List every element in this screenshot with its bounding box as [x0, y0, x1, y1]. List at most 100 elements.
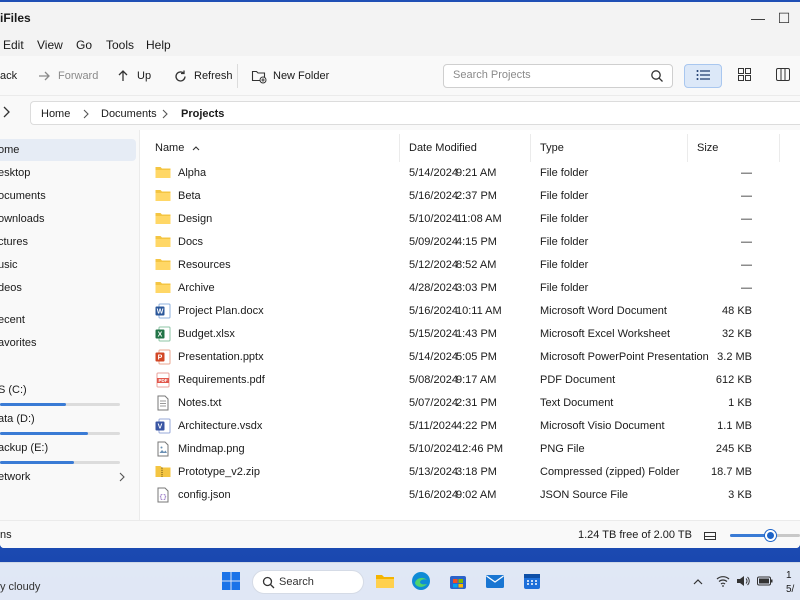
zoom-slider-handle[interactable]	[765, 530, 776, 541]
column-header-size[interactable]: Size	[689, 134, 780, 162]
file-explorer-window: iFiles — ☐ Edit View Go Tools Help ack F…	[0, 2, 800, 548]
file-type: Microsoft Word Document	[540, 305, 667, 317]
taskbar-clock[interactable]: 1 5/	[786, 569, 794, 597]
svg-text:PDF: PDF	[159, 378, 168, 383]
details-view-button[interactable]	[684, 64, 722, 88]
breadcrumb-documents[interactable]: Documents	[101, 108, 157, 120]
taskbar-calendar[interactable]	[521, 571, 543, 593]
file-row[interactable]: Mindmap.png 5/10/2024 12:46 PM PNG File 245 …	[141, 438, 800, 461]
search-icon	[262, 576, 275, 589]
clock-time: 1	[786, 570, 792, 581]
breadcrumb-projects[interactable]: Projects	[181, 108, 224, 120]
taskbar-store[interactable]	[447, 571, 469, 593]
menu-help[interactable]: Help	[146, 38, 171, 52]
file-name: config.json	[178, 489, 231, 501]
file-row[interactable]: PDF Requirements.pdf 5/08/2024 9:17 AM PDF D…	[141, 369, 800, 392]
file-row[interactable]: X Budget.xlsx 5/15/2024 1:43 PM Microsoft Ex…	[141, 323, 800, 346]
file-row[interactable]: Notes.txt 5/07/2024 2:31 PM Text Document 1 …	[141, 392, 800, 415]
new-folder-label: New Folder	[273, 70, 330, 82]
preview-pane-button[interactable]	[764, 64, 800, 88]
sidebar-item-favorites[interactable]: avorites	[0, 332, 136, 354]
status-bar: ns 1.24 TB free of 2.00 TB	[0, 520, 800, 548]
sidebar-drive-c[interactable]: S (C:)	[0, 379, 136, 406]
chevron-right-icon[interactable]	[118, 471, 126, 483]
sidebar-drive-d[interactable]: ata (D:)	[0, 408, 136, 435]
column-header-label: Name	[155, 142, 185, 154]
menu-edit[interactable]: Edit	[3, 38, 24, 52]
tray-volume[interactable]	[735, 574, 751, 590]
chevron-right-icon	[82, 108, 90, 120]
sidebar-item-network[interactable]: etwork	[0, 466, 136, 488]
pdf-icon: PDF	[155, 372, 171, 388]
svg-text:V: V	[158, 424, 163, 431]
forward-label: Forward	[58, 70, 99, 82]
sidebar-item-music[interactable]: usic	[0, 254, 136, 276]
refresh-button[interactable]: Refresh	[172, 66, 233, 86]
file-row[interactable]: Docs 5/09/2024 4:15 PM File folder —	[141, 231, 800, 254]
column-headers: Name Date Modified Type Size	[141, 134, 800, 162]
address-bar: Home Documents Projects	[0, 96, 800, 130]
file-name: Alpha	[178, 167, 207, 179]
tray-battery[interactable]	[757, 574, 773, 590]
tray-overflow-button[interactable]	[690, 574, 706, 590]
sidebar-item-documents[interactable]: ocuments	[0, 185, 136, 207]
file-date: 5/10/2024	[409, 213, 458, 225]
taskbar-mail[interactable]	[484, 571, 506, 593]
tray-network[interactable]	[715, 574, 731, 590]
weather-widget[interactable]: y cloudy	[0, 581, 40, 593]
file-time: 8:52 AM	[456, 259, 497, 271]
sidebar-item-downloads[interactable]: ownloads	[0, 208, 136, 230]
sidebar-item-desktop[interactable]: esktop	[0, 162, 136, 184]
arrow-up-icon	[115, 68, 131, 84]
sidebar-item-recent[interactable]: ecent	[0, 309, 136, 331]
file-time: 4:22 PM	[456, 420, 497, 432]
up-button[interactable]: Up	[115, 66, 151, 86]
file-size: 1.1 MB	[717, 420, 752, 432]
sidebar-item-pictures[interactable]: ctures	[0, 231, 136, 253]
menu-view[interactable]: View	[37, 38, 63, 52]
file-type: File folder	[540, 236, 589, 248]
column-header-type[interactable]: Type	[532, 134, 688, 162]
sidebar-item-videos[interactable]: deos	[0, 277, 136, 299]
search-icon[interactable]	[650, 69, 664, 83]
taskbar-browser[interactable]	[410, 571, 432, 593]
menu-go[interactable]: Go	[76, 38, 92, 52]
menu-tools[interactable]: Tools	[106, 38, 134, 52]
file-row[interactable]: W Project Plan.docx 5/16/2024 10:11 AM Micro…	[141, 300, 800, 323]
column-header-date[interactable]: Date Modified	[401, 134, 531, 162]
taskbar-search-label: Search	[279, 576, 314, 588]
minimize-button[interactable]: —	[746, 6, 770, 30]
search-input[interactable]	[453, 69, 643, 81]
file-row[interactable]: Alpha 5/14/2024 9:21 AM File folder —	[141, 162, 800, 185]
svg-text:X: X	[158, 332, 163, 339]
breadcrumb-home[interactable]: Home	[41, 108, 70, 120]
maximize-button[interactable]: ☐	[772, 6, 796, 30]
file-row[interactable]: {} config.json 5/16/2024 9:02 AM JSON Source…	[141, 484, 800, 507]
column-header-label: Type	[540, 142, 564, 154]
breadcrumb: Home Documents Projects	[30, 101, 800, 125]
file-row[interactable]: P Presentation.pptx 5/14/2024 5:05 PM Micros…	[141, 346, 800, 369]
taskbar-file-explorer[interactable]	[374, 571, 396, 593]
sidebar-item-home[interactable]: ome	[0, 139, 136, 161]
sidebar-item-label: ecent	[0, 314, 25, 326]
file-row[interactable]: Design 5/10/2024 11:08 AM File folder —	[141, 208, 800, 231]
drive-usage-bar	[0, 403, 120, 406]
column-header-name[interactable]: Name	[147, 134, 400, 162]
svg-text:W: W	[157, 309, 164, 316]
file-row[interactable]: V Architecture.vsdx 5/11/2024 4:22 PM Micros…	[141, 415, 800, 438]
file-row[interactable]: Beta 5/16/2024 2:37 PM File folder —	[141, 185, 800, 208]
forward-button[interactable]: Forward	[36, 66, 98, 86]
new-folder-button[interactable]: New Folder	[251, 66, 329, 86]
file-date: 5/14/2024	[409, 351, 458, 363]
taskbar-search[interactable]: Search	[252, 570, 364, 594]
sidebar-drive-e[interactable]: ackup (E:)	[0, 437, 136, 464]
file-row[interactable]: Resources 5/12/2024 8:52 AM File folder —	[141, 254, 800, 277]
start-button[interactable]	[220, 571, 242, 593]
back-button[interactable]: ack	[0, 66, 17, 86]
file-date: 5/16/2024	[409, 489, 458, 501]
file-row[interactable]: Prototype_v2.zip 5/13/2024 3:18 PM Compress…	[141, 461, 800, 484]
chevron-right-icon[interactable]	[2, 105, 16, 121]
grid-view-button[interactable]	[725, 64, 763, 88]
grid-view-icon	[737, 68, 751, 84]
file-row[interactable]: Archive 4/28/2024 3:03 PM File folder —	[141, 277, 800, 300]
